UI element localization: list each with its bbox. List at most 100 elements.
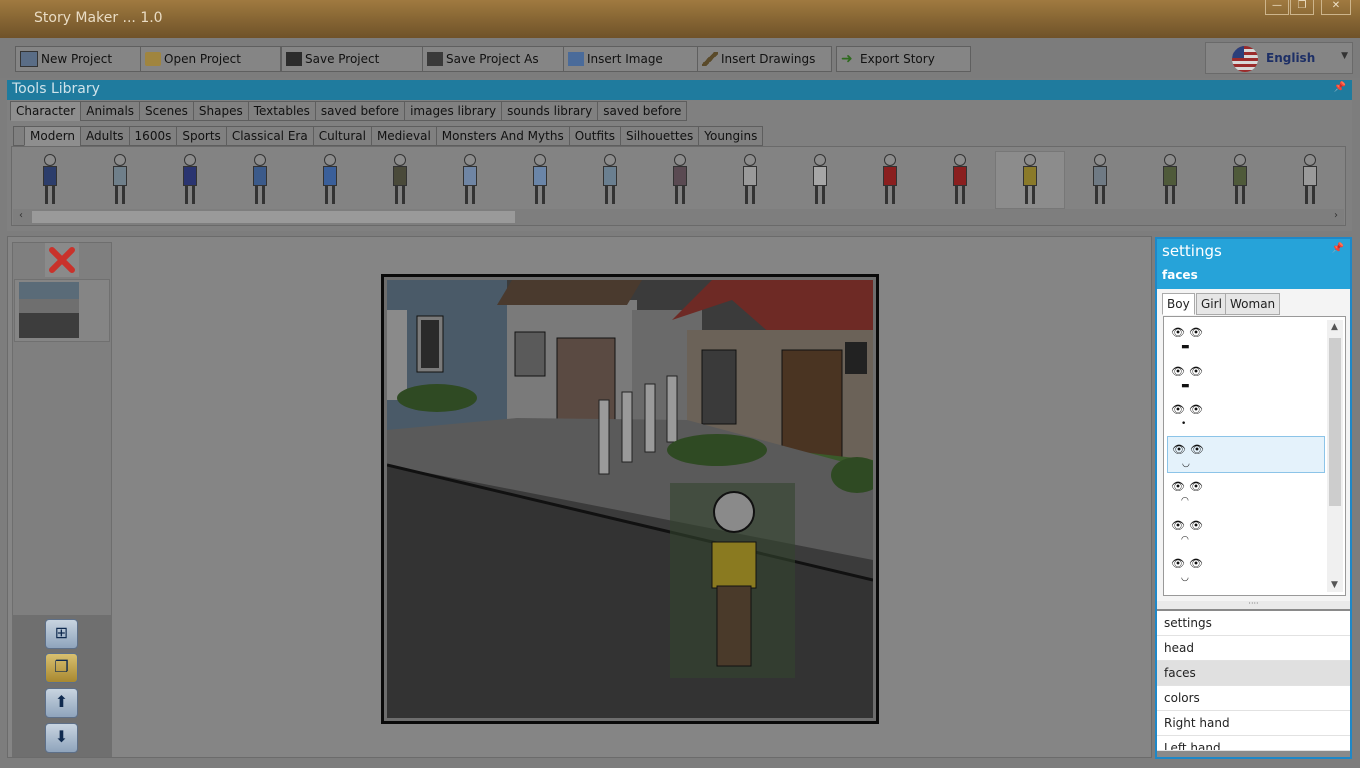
- tab-character[interactable]: Character: [10, 101, 82, 121]
- subtab-cultural[interactable]: Cultural: [312, 126, 372, 146]
- tab-girl[interactable]: Girl: [1196, 293, 1227, 315]
- character-thumbnail[interactable]: [110, 154, 130, 206]
- character-thumbnail[interactable]: [1160, 154, 1180, 206]
- tab-images-library[interactable]: images library: [404, 101, 503, 121]
- settings-nav-item[interactable]: Left hand: [1157, 736, 1350, 751]
- character-thumbnail[interactable]: [1300, 154, 1320, 206]
- settings-nav-item[interactable]: colors: [1157, 686, 1350, 711]
- character-thumbnail[interactable]: [670, 154, 690, 206]
- scene-illustration: [387, 280, 873, 718]
- subtab-youngins[interactable]: Youngins: [698, 126, 764, 146]
- subtab-outfits[interactable]: Outfits: [568, 126, 621, 146]
- tab-scenes[interactable]: Scenes: [139, 101, 194, 121]
- character-thumbnail[interactable]: [1090, 154, 1110, 206]
- face-mouth-icon: ▬: [1181, 380, 1190, 391]
- character-thumbnail[interactable]: [1020, 154, 1040, 206]
- face-option[interactable]: 👁👁 •: [1167, 397, 1325, 434]
- language-selector[interactable]: English ▼: [1205, 42, 1353, 74]
- subtab-sports[interactable]: Sports: [176, 126, 227, 146]
- face-option[interactable]: 👁👁 ◡: [1167, 551, 1325, 588]
- character-thumbnail[interactable]: [600, 154, 620, 206]
- subtab-silhouettes[interactable]: Silhouettes: [619, 126, 700, 146]
- character-thumbnail[interactable]: [1230, 154, 1250, 206]
- character-thumbnail[interactable]: [250, 154, 270, 206]
- subtab-monsters-and-myths[interactable]: Monsters And Myths: [435, 126, 570, 146]
- face-list-scroll-thumb[interactable]: [1329, 338, 1341, 506]
- language-label: English: [1266, 51, 1316, 65]
- character-thumbnail[interactable]: [880, 154, 900, 206]
- character-thumbnail[interactable]: [530, 154, 550, 206]
- delete-page-button[interactable]: [45, 243, 79, 277]
- settings-nav-item[interactable]: head: [1157, 636, 1350, 661]
- chevron-down-icon: ▼: [1341, 51, 1348, 61]
- story-canvas[interactable]: [387, 280, 873, 718]
- settings-title: settings: [1162, 242, 1222, 260]
- face-list-scrollbar[interactable]: ▲ ▼: [1327, 320, 1343, 592]
- subtab-medieval[interactable]: Medieval: [370, 126, 437, 146]
- add-page-icon: ⊞: [54, 623, 69, 642]
- pencil-icon: [702, 52, 718, 66]
- duplicate-page-button[interactable]: ❐: [45, 653, 78, 683]
- character-thumbnail[interactable]: [740, 154, 760, 206]
- floppy-icon: [286, 52, 302, 66]
- scroll-up-icon[interactable]: ▲: [1331, 322, 1338, 332]
- add-page-button[interactable]: ⊞: [45, 619, 78, 649]
- tab-sounds-library[interactable]: sounds library: [501, 101, 599, 121]
- character-thumbnail[interactable]: [810, 154, 830, 206]
- gallery-scrollbar[interactable]: ‹ ›: [13, 209, 1344, 225]
- minimize-icon[interactable]: —: [1265, 0, 1289, 15]
- face-option[interactable]: 👁👁 ◠: [1167, 474, 1325, 511]
- tab-saved-before[interactable]: saved before: [314, 101, 406, 121]
- character-thumbnail[interactable]: [390, 154, 410, 206]
- subtab-adults[interactable]: Adults: [80, 126, 130, 146]
- character-thumbnail[interactable]: [950, 154, 970, 206]
- insert-drawings-button[interactable]: Insert Drawings: [697, 46, 832, 72]
- scroll-down-icon[interactable]: ▼: [1331, 580, 1338, 590]
- tab-woman[interactable]: Woman: [1225, 293, 1281, 315]
- save-project-as-button[interactable]: Save Project As: [422, 46, 564, 72]
- pin-icon[interactable]: 📌: [1334, 82, 1346, 93]
- face-option[interactable]: 👁👁 ▬: [1167, 320, 1325, 357]
- settings-nav-item[interactable]: faces: [1157, 661, 1350, 686]
- scroll-left-icon[interactable]: ‹: [19, 210, 23, 221]
- insert-image-button[interactable]: Insert Image: [563, 46, 698, 72]
- character-thumbnail[interactable]: [40, 154, 60, 206]
- scroll-right-icon[interactable]: ›: [1334, 210, 1338, 221]
- subtab-modern[interactable]: Modern: [24, 126, 82, 146]
- settings-section-label: faces: [1162, 268, 1198, 282]
- insert-drawings-label: Insert Drawings: [721, 52, 816, 66]
- face-mouth-icon: •: [1181, 419, 1187, 429]
- tab-shapes[interactable]: Shapes: [192, 101, 249, 121]
- tab-boy[interactable]: Boy: [1162, 293, 1195, 315]
- panel-splitter[interactable]: ····: [1157, 600, 1350, 609]
- us-flag-icon: [1232, 46, 1258, 72]
- close-icon[interactable]: ✕: [1321, 0, 1351, 15]
- tools-library-title: Tools Library: [12, 81, 100, 97]
- move-page-down-button[interactable]: ⬇: [45, 723, 78, 753]
- character-thumbnail[interactable]: [320, 154, 340, 206]
- tab-animals[interactable]: Animals: [80, 101, 141, 121]
- face-eyes-icon: 👁👁: [1171, 480, 1207, 493]
- export-arrow-icon: ➜: [841, 51, 853, 67]
- character-thumbnail[interactable]: [460, 154, 480, 206]
- face-eyes-icon: 👁👁: [1171, 403, 1207, 416]
- pin-icon[interactable]: 📌: [1332, 243, 1344, 254]
- restore-icon[interactable]: ❐: [1290, 0, 1314, 15]
- settings-nav-item[interactable]: Right hand: [1157, 711, 1350, 736]
- subtab-1600s[interactable]: 1600s: [128, 126, 178, 146]
- move-page-up-button[interactable]: ⬆: [45, 688, 78, 718]
- open-project-button[interactable]: Open Project: [140, 46, 281, 72]
- face-option[interactable]: 👁👁 ◡: [1167, 435, 1325, 473]
- settings-nav-item[interactable]: settings: [1157, 611, 1350, 636]
- face-option[interactable]: 👁👁 ▬: [1167, 359, 1325, 396]
- new-project-button[interactable]: New Project: [15, 46, 142, 72]
- character-thumbnail[interactable]: [180, 154, 200, 206]
- gallery-scroll-thumb[interactable]: [32, 211, 515, 223]
- face-option[interactable]: 👁👁 ◠: [1167, 513, 1325, 550]
- face-eyes-icon: 👁👁: [1171, 326, 1207, 339]
- tab-textables[interactable]: Textables: [247, 101, 316, 121]
- save-project-button[interactable]: Save Project: [281, 46, 423, 72]
- export-story-button[interactable]: ➜ Export Story: [836, 46, 971, 72]
- tab-saved-before-2[interactable]: saved before: [597, 101, 688, 121]
- subtab-classical-era[interactable]: Classical Era: [225, 126, 314, 146]
